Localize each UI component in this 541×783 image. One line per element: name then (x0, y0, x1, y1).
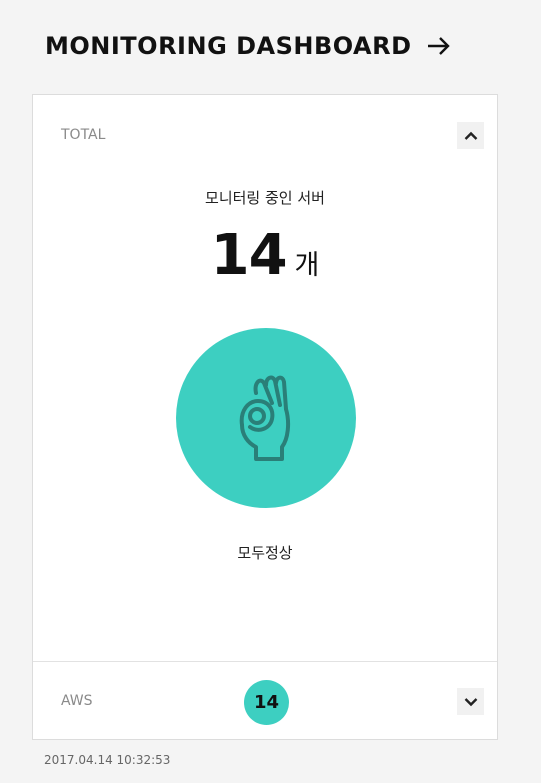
server-count-unit: 개 (294, 250, 320, 281)
arrow-right-icon[interactable] (426, 36, 452, 56)
page-title: MONITORING DASHBOARD (45, 32, 412, 60)
total-section-label: TOTAL (61, 127, 106, 143)
last-updated-timestamp: 2017.04.14 10:32:53 (44, 753, 171, 767)
aws-section-label: AWS (61, 693, 93, 709)
ok-hand-icon (239, 375, 291, 461)
expand-aws-button[interactable] (457, 688, 484, 715)
server-count: 14 개 (33, 223, 497, 288)
status-text: 모두정상 (237, 544, 293, 562)
chevron-up-icon (464, 131, 477, 140)
server-count-number: 14 (210, 223, 288, 288)
aws-count-badge: 14 (244, 680, 289, 725)
page-header: MONITORING DASHBOARD (45, 28, 452, 64)
chevron-down-icon (464, 697, 477, 706)
monitored-servers-label: 모니터링 중인 서버 (205, 189, 325, 207)
section-divider (33, 661, 497, 662)
monitoring-card: TOTAL 모니터링 중인 서버 14 개 모두정상 AWS 14 (32, 94, 498, 740)
collapse-total-button[interactable] (457, 122, 484, 149)
status-indicator (176, 328, 356, 508)
